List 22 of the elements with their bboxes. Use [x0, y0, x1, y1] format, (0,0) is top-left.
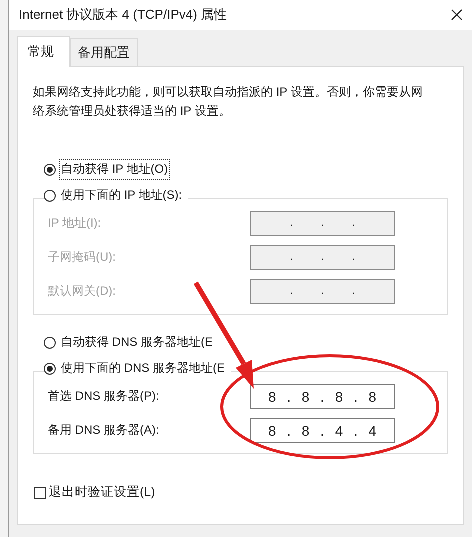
checkbox[interactable] [34, 486, 46, 498]
ip-address-field[interactable]: 8 . 8 . 8 . 8 [250, 384, 395, 409]
window-title: Internet 协议版本 4 (TCP/IPv4) 属性 [19, 6, 228, 24]
radio-label[interactable]: 自动获得 IP 地址(O) [59, 159, 170, 180]
radio-label[interactable]: 自动获得 DNS 服务器地址(E [59, 332, 216, 353]
field-label: 子网掩码(U): [48, 249, 116, 266]
field-label: IP 地址(I): [48, 215, 102, 232]
ip-address-field[interactable]: 8 . 8 . 4 . 4 [250, 418, 395, 443]
radio-button[interactable] [44, 164, 56, 176]
field-label: 默认网关(D): [48, 283, 116, 300]
close-icon[interactable] [451, 9, 463, 21]
radio-button[interactable] [44, 362, 56, 374]
radio-button[interactable] [44, 190, 56, 202]
tab[interactable]: 常规 [17, 36, 70, 67]
field-label: 备用 DNS 服务器(A): [48, 422, 160, 439]
radio-label[interactable]: 使用下面的 DNS 服务器地址(E [59, 358, 228, 379]
field-label: 首选 DNS 服务器(P): [48, 388, 160, 405]
radio-label[interactable]: 使用下面的 IP 地址(S): [59, 185, 184, 206]
checkbox-label[interactable]: 退出时验证设置(L) [49, 484, 156, 501]
radio-button[interactable] [44, 336, 56, 348]
tab[interactable]: 备用配置 [70, 38, 138, 66]
description-text: 如果网络支持此功能，则可以获取自动指派的 IP 设置。否则，你需要从网络系统管理员处获得适当的 IP 设置。 [33, 84, 424, 120]
